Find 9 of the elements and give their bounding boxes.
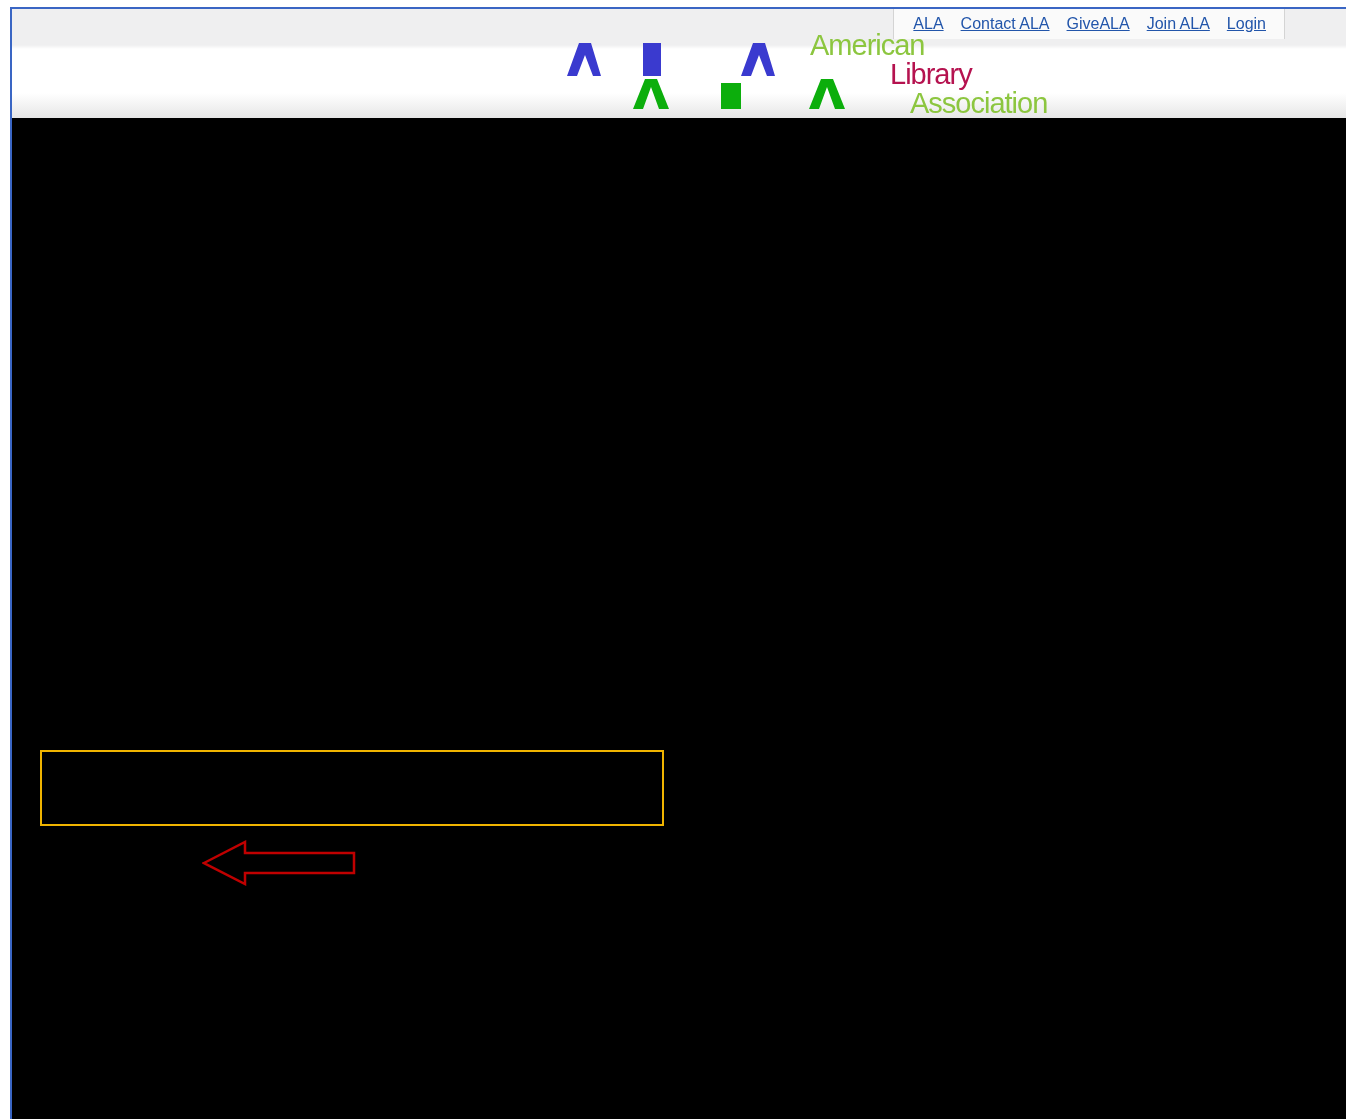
top-link[interactable]: Login (1226, 15, 1266, 33)
left-arrow-icon (202, 840, 356, 886)
logo-text: American (810, 31, 926, 60)
top-link[interactable]: GiveALA (1066, 15, 1130, 33)
logo-text: Library (890, 60, 974, 89)
logo-text: Association (910, 89, 1048, 118)
top-link[interactable]: ALA (913, 15, 944, 33)
top-link[interactable]: Contact ALA (960, 15, 1050, 33)
top-link[interactable]: Join ALA (1146, 15, 1210, 33)
